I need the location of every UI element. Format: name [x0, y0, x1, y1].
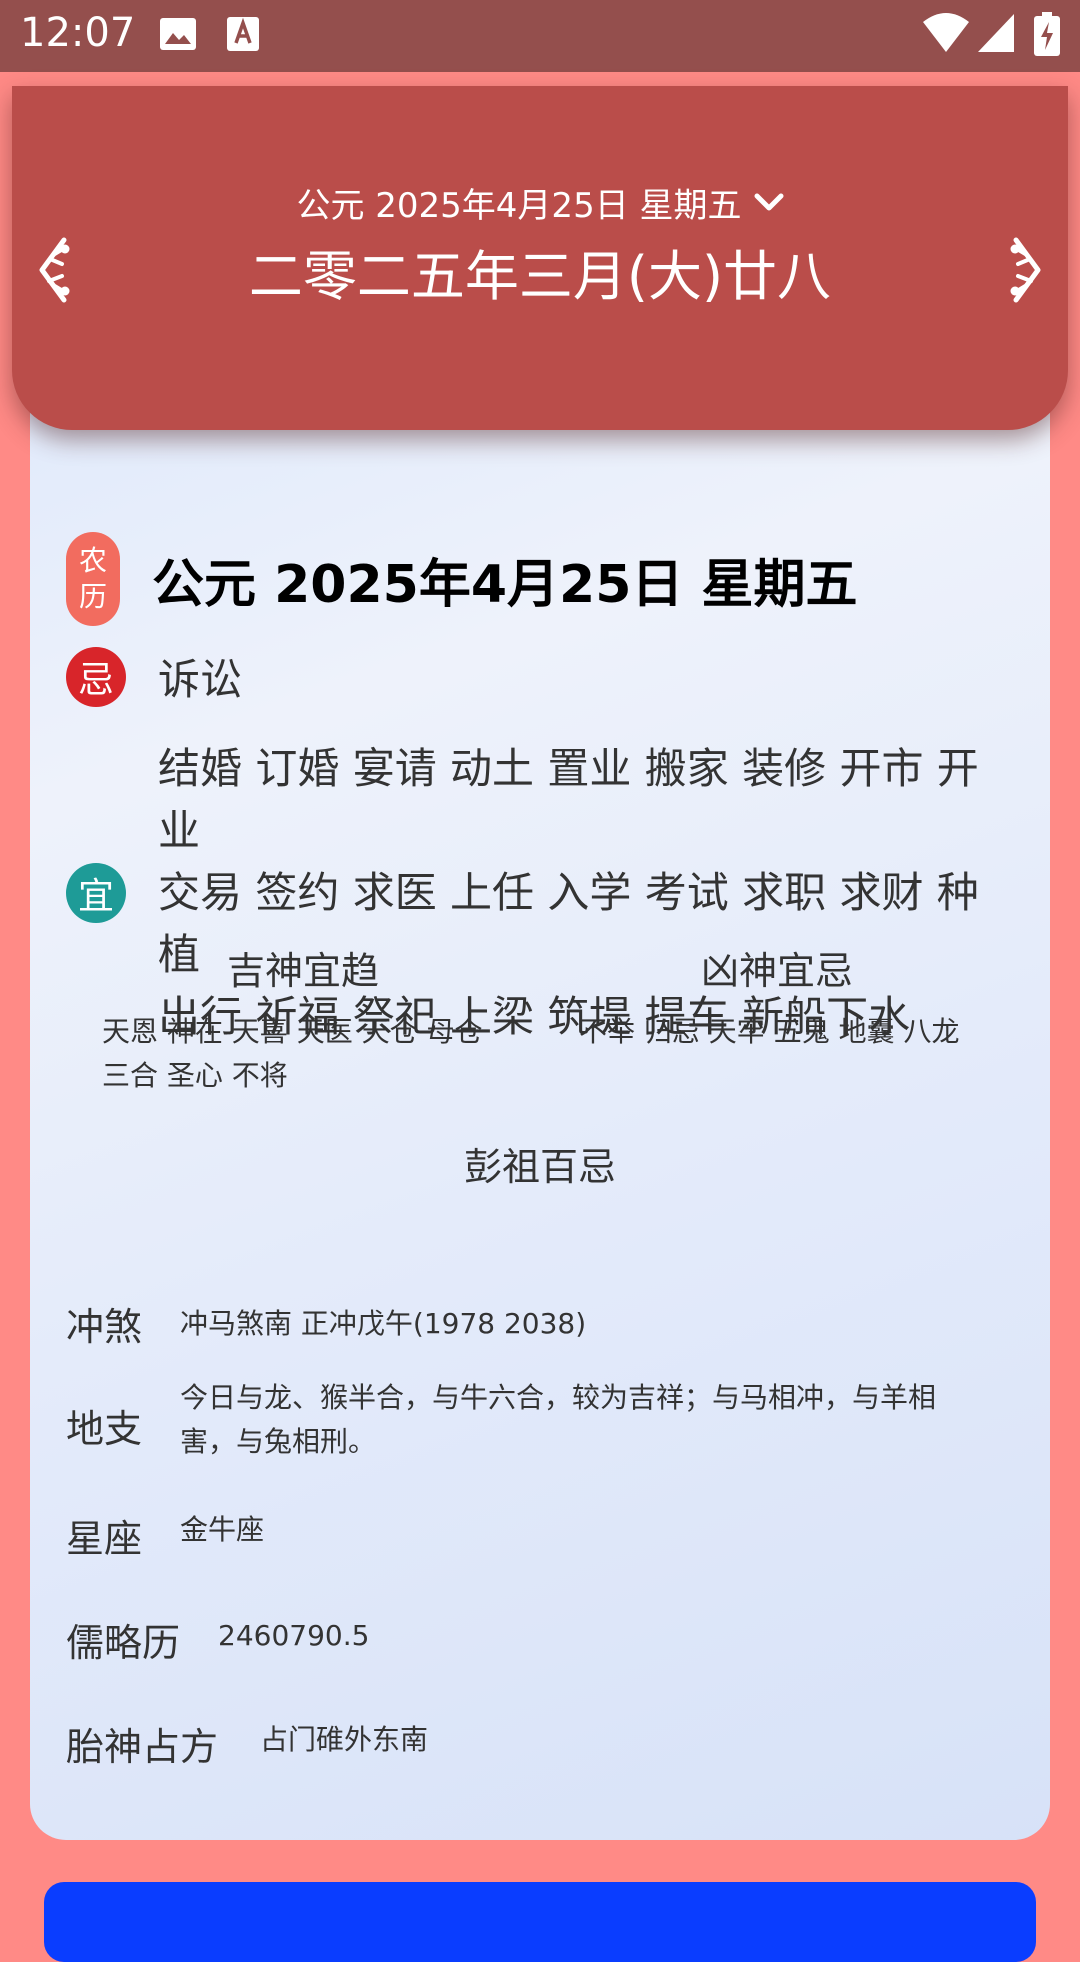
avoid-badge: 忌 — [66, 646, 126, 707]
lunar-badge-char: 农 — [78, 544, 107, 577]
lunar-badge-char: 历 — [78, 580, 107, 613]
avoid-row: 忌 诉讼 — [66, 646, 242, 707]
battery-charging-icon — [1034, 12, 1060, 56]
julian-day-label: 儒略历 — [66, 1621, 181, 1665]
chevron-down-icon — [754, 193, 784, 210]
date-picker-toggle[interactable]: 公元 2025年4月25日 星期五 — [12, 178, 1068, 227]
lunar-date-title: 二零二五年三月(大)廿八 — [248, 245, 832, 308]
constellation-label: 星座 — [66, 1517, 143, 1561]
lucky-gods-title: 吉神宜趋 — [226, 949, 379, 993]
status-time: 12:07 — [20, 10, 136, 56]
wifi-icon — [923, 13, 969, 52]
fetal-god-value: 占门碓外东南 — [260, 1723, 429, 1756]
evil-gods-list: 不举 归忌 天牢 五鬼 地囊 八龙 — [579, 1010, 960, 1054]
dizhi-value: 今日与龙、猴半合，与牛六合，较为吉祥；与马相冲，与羊相害，与兔相刑。 — [180, 1381, 937, 1458]
suitable-line: 结婚 订婚 宴请 动土 置业 搬家 装修 开市 开业 — [158, 744, 979, 855]
previous-day-icon[interactable] — [26, 234, 82, 306]
evil-gods-line: 不举 归忌 天牢 五鬼 地囊 八龙 — [579, 1015, 960, 1048]
image-icon — [160, 18, 196, 50]
lucky-gods-line: 三合 圣心 不将 — [102, 1059, 288, 1092]
avoid-text: 诉讼 — [158, 655, 243, 704]
bottom-action-button[interactable] — [44, 1882, 1036, 1962]
evil-gods-title: 凶神宜忌 — [700, 949, 853, 993]
chongsha-label: 冲煞 — [66, 1305, 143, 1349]
gregorian-date-title: 公元 2025年4月25日 星期五 — [152, 554, 858, 615]
chongsha-value: 冲马煞南 正冲戊午(1978 2038) — [180, 1307, 587, 1340]
selected-date: 公元 2025年4月25日 星期五 — [296, 186, 742, 226]
next-day-icon[interactable] — [998, 234, 1054, 306]
lunar-badge: 农 历 — [66, 532, 120, 626]
date-header: 公元 2025年4月25日 星期五 二零二五年三月(大)廿八 — [12, 86, 1068, 430]
julian-day-value: 2460790.5 — [218, 1619, 370, 1652]
pengzu-title: 彭祖百忌 — [463, 1145, 616, 1189]
suitable-list: 结婚 订婚 宴请 动土 置业 搬家 装修 开市 开业 交易 签约 求医 上任 入… — [158, 738, 998, 1048]
lucky-gods-line: 天恩 神在 天喜 天医 天仓 母仓 — [102, 1015, 483, 1048]
gregorian-date-row: 农 历 公元 2025年4月25日 星期五 — [66, 532, 857, 626]
dizhi-label: 地支 — [66, 1407, 143, 1451]
font-download-icon — [227, 17, 259, 51]
fetal-god-label: 胎神占方 — [66, 1725, 219, 1769]
status-bar: 12:07 — [0, 0, 1080, 72]
cellular-signal-icon — [978, 14, 1014, 52]
suitable-badge: 宜 — [66, 863, 126, 923]
suitable-row: 宜 结婚 订婚 宴请 动土 置业 搬家 装修 开市 开业 交易 签约 求医 上任… — [66, 738, 998, 1048]
lucky-gods-list: 天恩 神在 天喜 天医 天仓 母仓 三合 圣心 不将 — [102, 1010, 483, 1098]
constellation-value: 金牛座 — [180, 1513, 265, 1546]
